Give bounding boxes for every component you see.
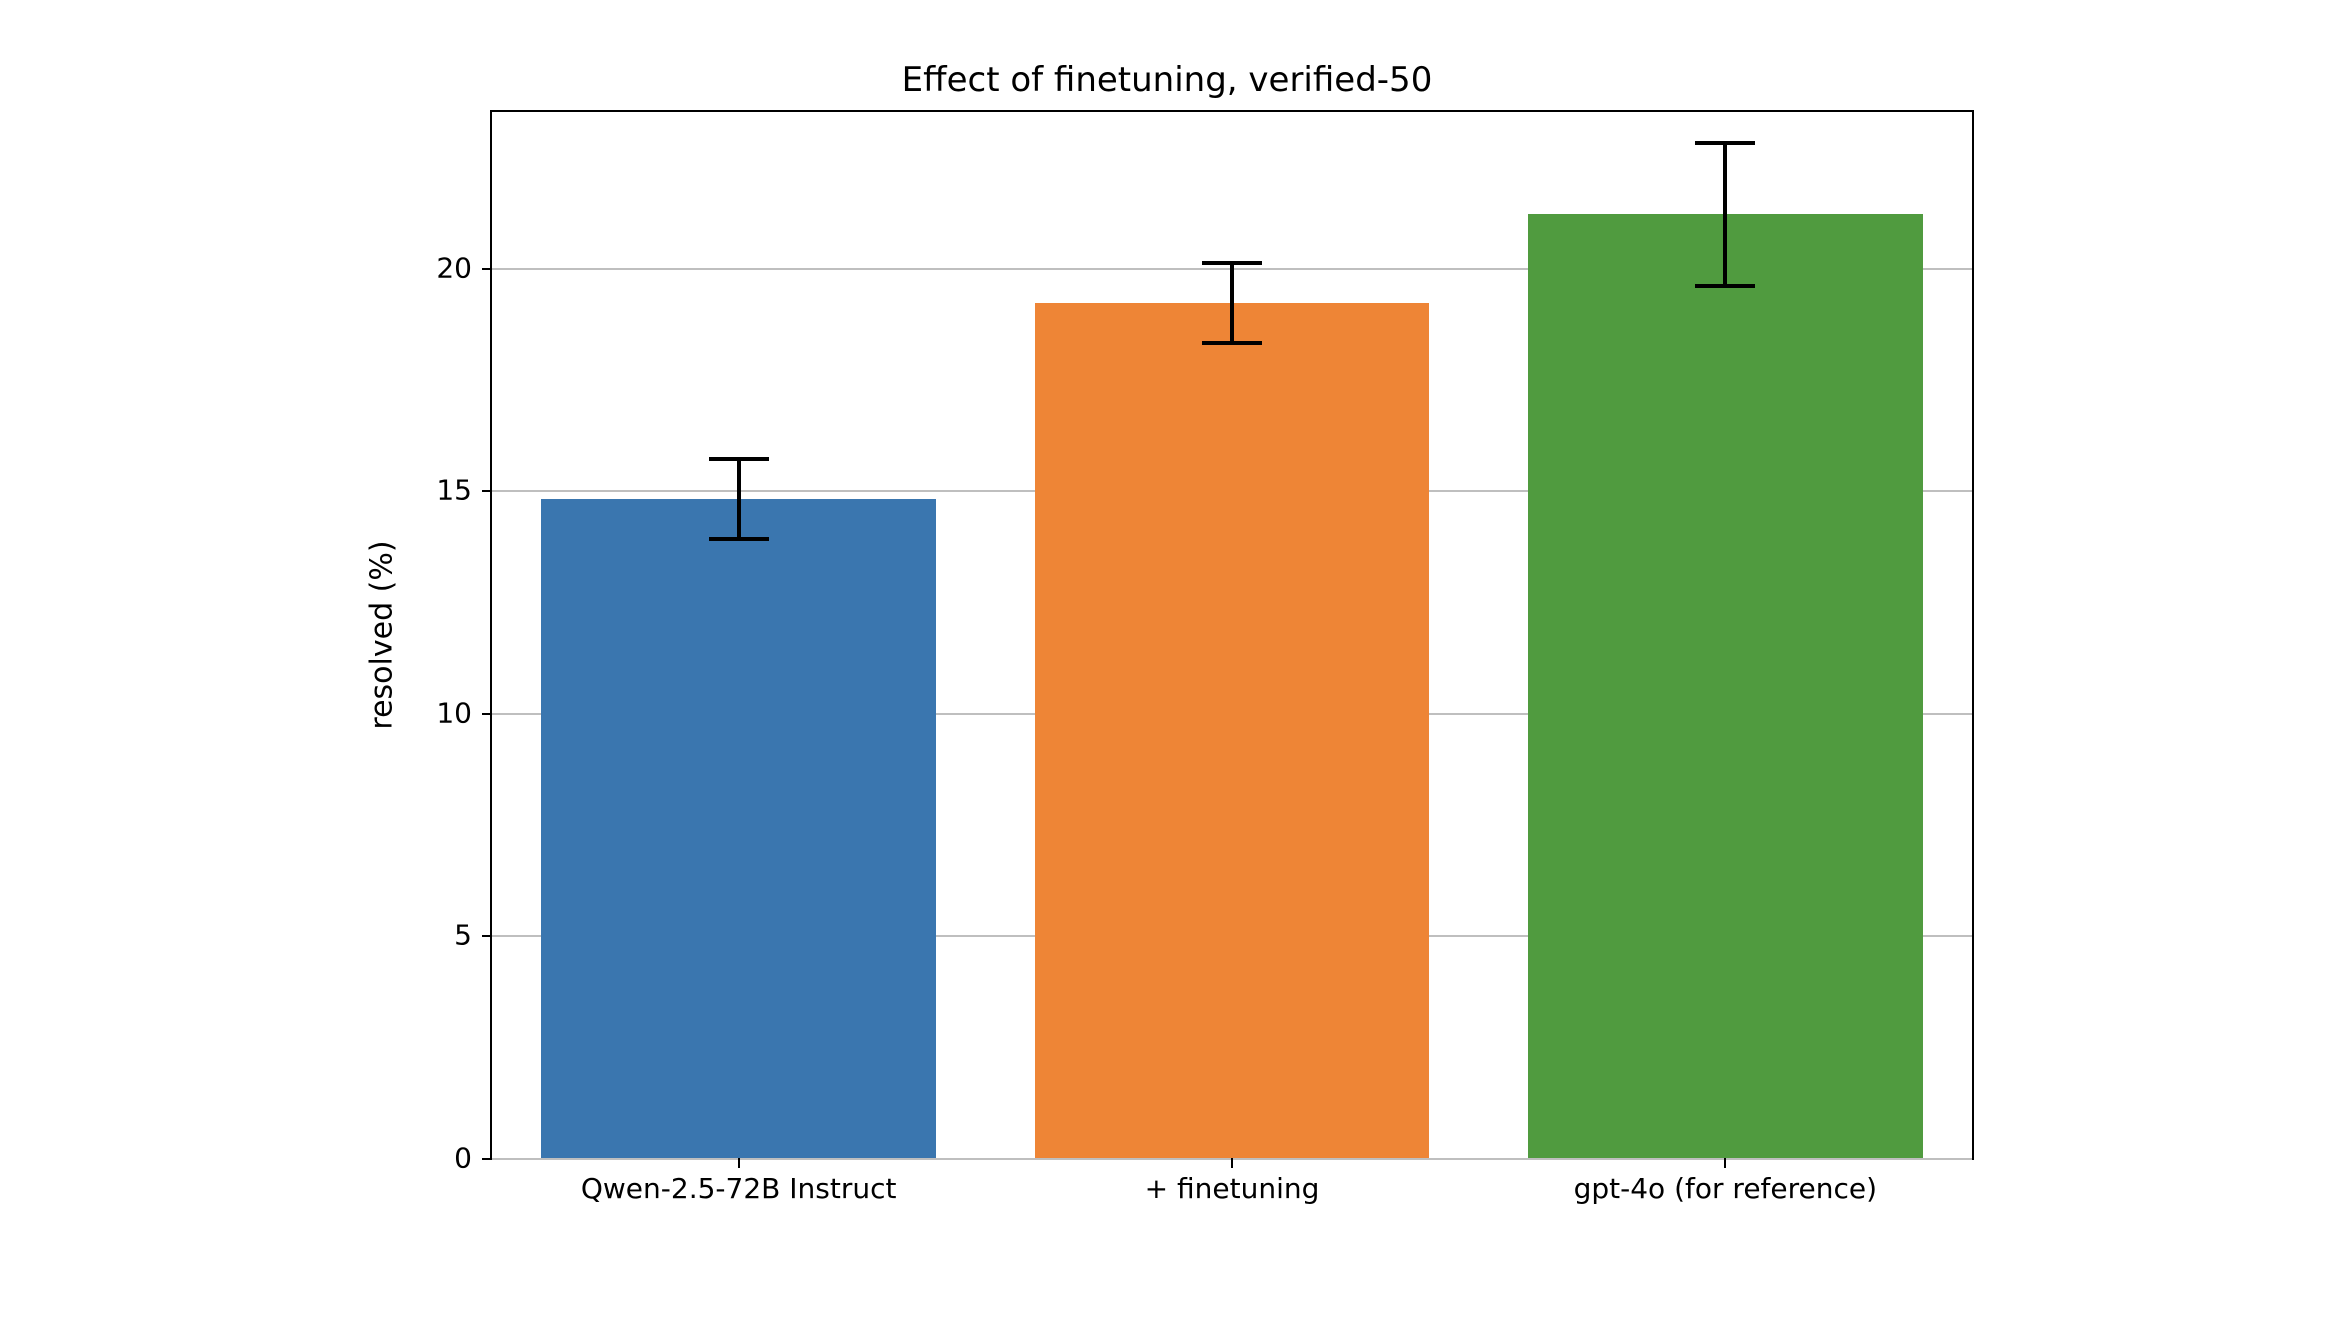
x-tick-label: Qwen-2.5-72B Instruct <box>581 1172 897 1205</box>
y-tick-label: 0 <box>454 1142 472 1175</box>
error-bar <box>1723 143 1727 285</box>
error-bar-cap <box>709 537 769 541</box>
error-bar-cap <box>1695 141 1755 145</box>
y-tick-label: 5 <box>454 919 472 952</box>
bar <box>1528 214 1923 1158</box>
x-tick-label: + finetuning <box>1145 1172 1320 1205</box>
error-bar <box>1230 263 1234 343</box>
bar <box>1035 303 1430 1158</box>
y-tick-mark <box>482 713 492 715</box>
error-bar <box>737 459 741 539</box>
y-tick-label: 15 <box>436 474 472 507</box>
error-bar-cap <box>1695 284 1755 288</box>
y-tick-mark <box>482 1158 492 1160</box>
x-tick-mark <box>738 1158 740 1168</box>
error-bar-cap <box>709 457 769 461</box>
x-tick-mark <box>1724 1158 1726 1168</box>
error-bar-cap <box>1202 341 1262 345</box>
y-tick-mark <box>482 490 492 492</box>
chart-container: Effect of finetuning, verified-50 resolv… <box>360 60 1974 1266</box>
plot-area: resolved (%) 05101520Qwen-2.5-72B Instru… <box>490 110 1974 1160</box>
bar <box>541 499 936 1158</box>
y-tick-mark <box>482 268 492 270</box>
y-axis-label: resolved (%) <box>365 540 400 729</box>
x-tick-label: gpt-4o (for reference) <box>1574 1172 1877 1205</box>
error-bar-cap <box>1202 261 1262 265</box>
y-tick-label: 20 <box>436 251 472 284</box>
chart-stage: Effect of finetuning, verified-50 resolv… <box>0 0 2334 1326</box>
y-tick-mark <box>482 935 492 937</box>
y-tick-label: 10 <box>436 696 472 729</box>
chart-title: Effect of finetuning, verified-50 <box>360 60 1974 100</box>
x-tick-mark <box>1231 1158 1233 1168</box>
